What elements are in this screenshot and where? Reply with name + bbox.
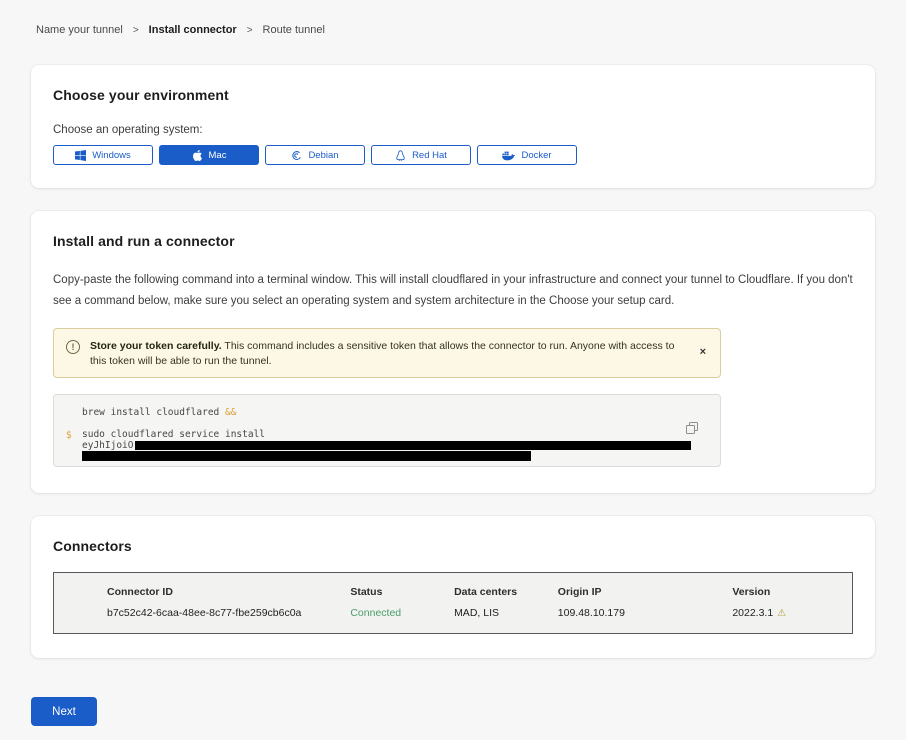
- apple-icon: [192, 150, 203, 161]
- choose-environment-card: Choose your environment Choose an operat…: [31, 65, 875, 188]
- os-button-label: Mac: [209, 150, 227, 161]
- status-badge: Connected: [350, 607, 454, 619]
- version-warning-icon: ⚠: [777, 608, 786, 619]
- install-card-title: Install and run a connector: [53, 233, 853, 249]
- code-operator: &&: [225, 407, 236, 418]
- install-description: Copy-paste the following command into a …: [53, 270, 853, 312]
- connectors-table-header: Connector ID Status Data centers Origin …: [107, 586, 852, 598]
- copy-command-button[interactable]: [686, 422, 698, 437]
- docker-icon: [502, 150, 515, 161]
- breadcrumb-item-name-your-tunnel[interactable]: Name your tunnel: [36, 24, 123, 36]
- code-line-1: brew install cloudflared &&: [82, 407, 720, 418]
- version-value: 2022.3.1⚠: [732, 607, 852, 619]
- connectors-card: Connectors Connector ID Status Data cent…: [31, 516, 875, 658]
- windows-icon: [75, 150, 86, 161]
- data-centers-value: MAD, LIS: [454, 607, 558, 619]
- next-button[interactable]: Next: [31, 697, 97, 726]
- tux-icon: [395, 150, 406, 161]
- os-select-label: Choose an operating system:: [53, 124, 853, 136]
- os-button-redhat[interactable]: Red Hat: [371, 145, 471, 165]
- column-header-data-centers: Data centers: [454, 586, 558, 598]
- origin-ip-value: 109.48.10.179: [558, 607, 733, 619]
- debian-icon: [291, 150, 302, 161]
- code-line-2: sudo cloudflared service install: [82, 429, 720, 440]
- breadcrumb-item-install-connector[interactable]: Install connector: [149, 24, 237, 36]
- redaction-bar: [82, 451, 531, 461]
- copy-icon: [686, 422, 698, 437]
- connectors-card-title: Connectors: [53, 538, 853, 554]
- token-prefix: eyJhIjoiO: [82, 440, 133, 451]
- alert-circle-icon: !: [66, 340, 80, 354]
- environment-card-title: Choose your environment: [53, 87, 853, 103]
- warning-bold-text: Store your token carefully.: [90, 340, 222, 352]
- os-button-label: Windows: [92, 150, 131, 161]
- breadcrumb-separator: >: [247, 25, 253, 36]
- breadcrumb-separator: >: [133, 25, 139, 36]
- os-button-group: Windows Mac Debian Red Hat Docker: [53, 145, 853, 165]
- column-header-version: Version: [732, 586, 852, 598]
- connector-id-value: b7c52c42-6caa-48ee-8c77-fbe259cb6c0a: [107, 607, 350, 619]
- column-header-status: Status: [350, 586, 454, 598]
- os-button-label: Debian: [308, 150, 338, 161]
- install-connector-card: Install and run a connector Copy-paste t…: [31, 211, 875, 493]
- os-button-label: Docker: [521, 150, 551, 161]
- warning-text: Store your token carefully. This command…: [90, 339, 680, 369]
- column-header-connector-id: Connector ID: [107, 586, 350, 598]
- os-button-docker[interactable]: Docker: [477, 145, 577, 165]
- install-command-code-block: brew install cloudflared && $ sudo cloud…: [53, 394, 721, 467]
- connectors-table: Connector ID Status Data centers Origin …: [53, 572, 853, 634]
- token-warning-banner: ! Store your token carefully. This comma…: [53, 328, 721, 378]
- table-row: b7c52c42-6caa-48ee-8c77-fbe259cb6c0a Con…: [107, 607, 852, 619]
- token-line: eyJhIjoiO: [82, 440, 720, 451]
- os-button-debian[interactable]: Debian: [265, 145, 365, 165]
- breadcrumb-item-route-tunnel[interactable]: Route tunnel: [263, 24, 325, 36]
- os-button-mac[interactable]: Mac: [159, 145, 259, 165]
- os-button-label: Red Hat: [412, 150, 447, 161]
- shell-prompt: $: [66, 430, 72, 441]
- column-header-origin-ip: Origin IP: [558, 586, 733, 598]
- breadcrumb: Name your tunnel > Install connector > R…: [0, 0, 906, 36]
- warning-close-button[interactable]: ×: [696, 345, 710, 360]
- redaction-bar: [135, 441, 691, 450]
- os-button-windows[interactable]: Windows: [53, 145, 153, 165]
